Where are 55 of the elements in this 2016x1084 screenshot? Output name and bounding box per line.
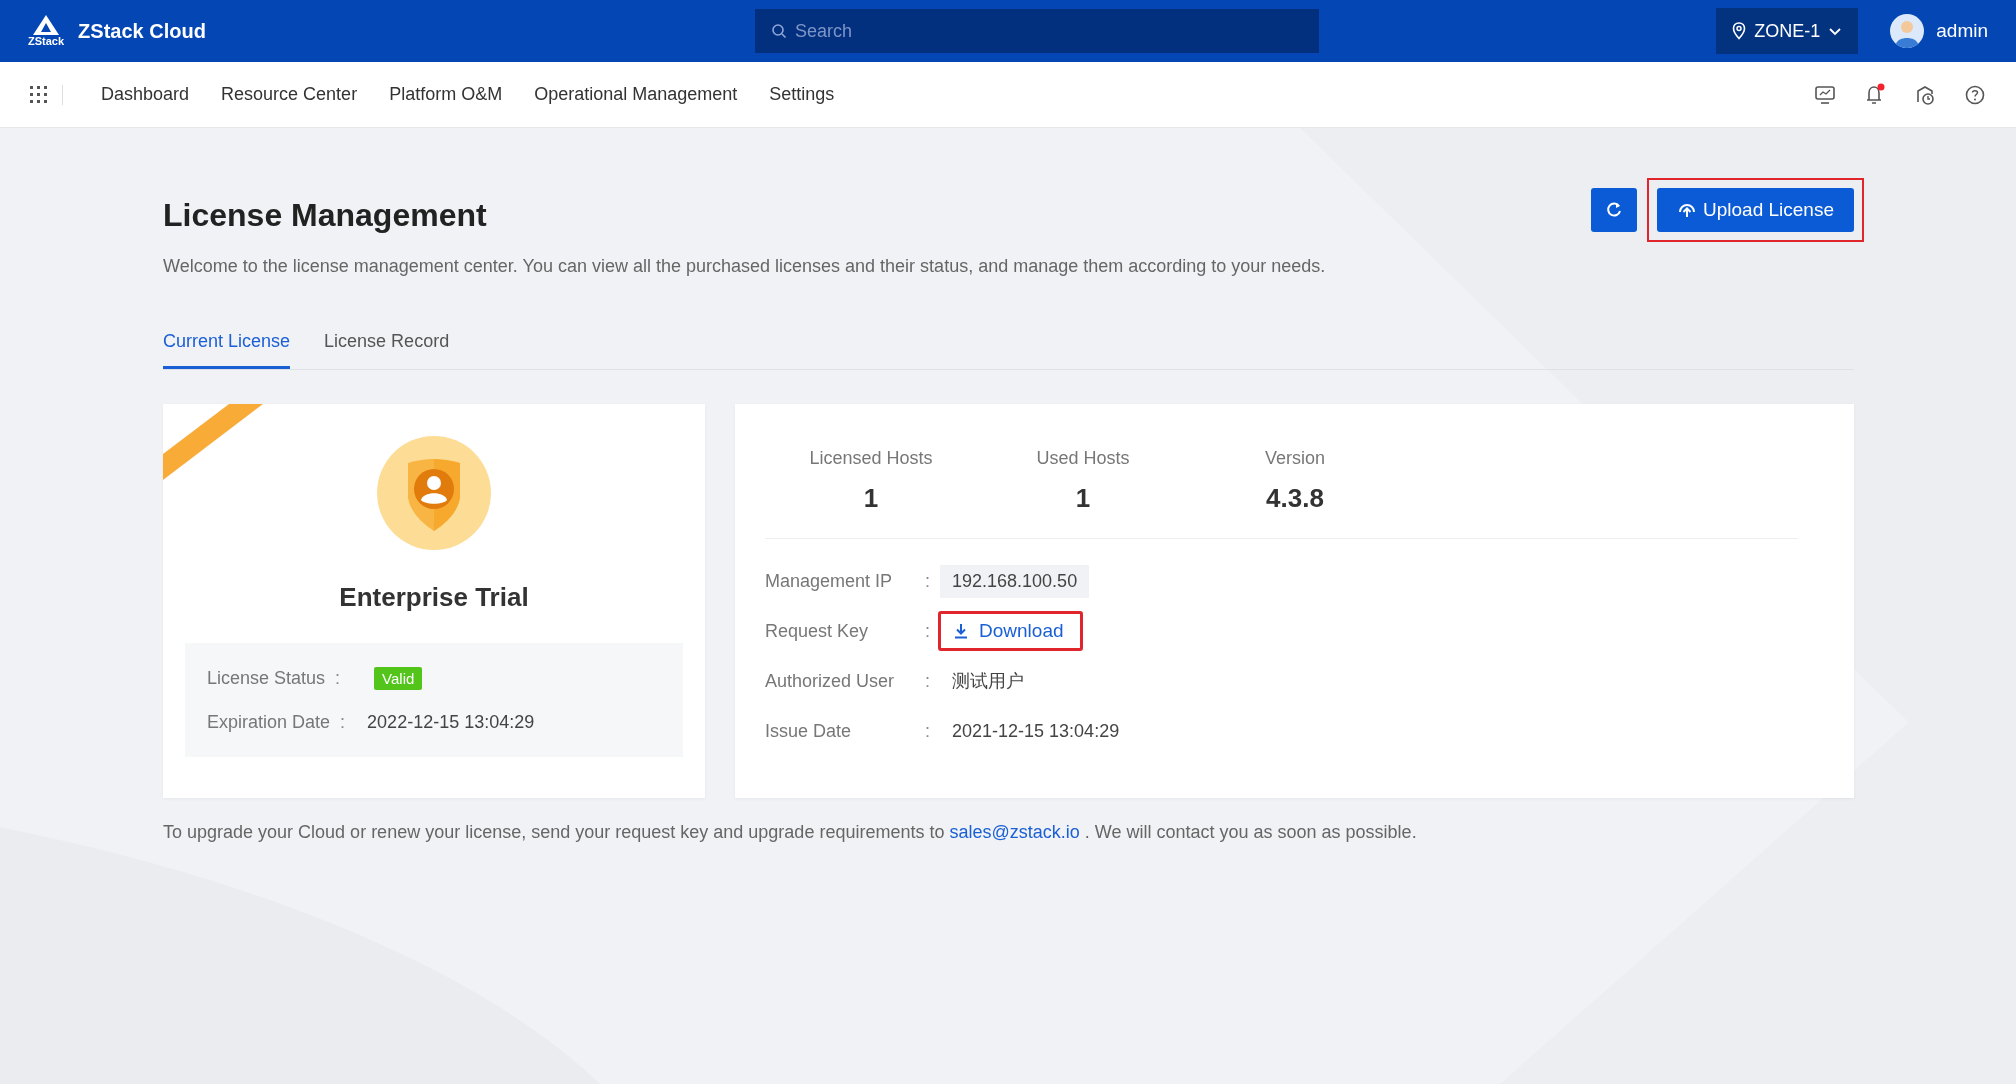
help-icon[interactable] bbox=[1964, 83, 1986, 106]
field-label: Issue Date bbox=[765, 720, 853, 742]
monitor-icon[interactable] bbox=[1814, 84, 1836, 105]
nav-menu-item[interactable]: Platform O&M bbox=[373, 84, 519, 105]
stat-label: Licensed Hosts bbox=[809, 448, 933, 469]
field-value: 测试用户 bbox=[952, 670, 1024, 693]
refresh-icon bbox=[1605, 201, 1623, 219]
field-label: Management IP bbox=[765, 570, 894, 592]
chevron-down-icon bbox=[1828, 26, 1843, 36]
stat-value: 1 bbox=[1075, 483, 1091, 514]
download-icon bbox=[953, 623, 969, 639]
page-title: License Management bbox=[163, 195, 487, 234]
search-icon bbox=[771, 23, 787, 39]
field-value: 2022-12-15 13:04:29 bbox=[367, 712, 535, 733]
colon: : bbox=[335, 668, 341, 689]
status-badge: Valid bbox=[374, 667, 423, 690]
tab[interactable]: License Record bbox=[324, 331, 450, 369]
field-label: Expiration Date bbox=[207, 712, 331, 733]
footer-note: To upgrade your Cloud or renew your license, send your request key and upgrade requirements to sales@zstack.io . We will contact you as soon as possible. bbox=[163, 822, 1418, 843]
cloud-upload-icon bbox=[1677, 202, 1697, 218]
colon: : bbox=[340, 712, 346, 733]
nav-menu-item[interactable]: Settings bbox=[753, 84, 851, 105]
colon: : bbox=[925, 570, 930, 592]
field-label: Authorized User bbox=[765, 670, 896, 692]
license-edition: Enterprise Trial bbox=[339, 582, 529, 613]
colon: : bbox=[925, 720, 930, 742]
download-link[interactable]: Download bbox=[941, 614, 1080, 648]
ip-address: 192.168.100.50 bbox=[940, 564, 1090, 598]
refresh-button[interactable] bbox=[1591, 188, 1637, 232]
tab[interactable]: Current License bbox=[163, 331, 291, 369]
colon: : bbox=[925, 620, 930, 642]
nav-menu-item[interactable]: Operational Management bbox=[518, 84, 754, 105]
stat-label: Used Hosts bbox=[1036, 448, 1130, 469]
field-label: License Status bbox=[207, 668, 326, 689]
bell-icon[interactable] bbox=[1864, 82, 1886, 107]
zone-selector[interactable]: ZONE-1 bbox=[1716, 8, 1859, 54]
nav-menu-item[interactable]: Dashboard bbox=[85, 84, 206, 105]
stat-value: 1 bbox=[863, 483, 879, 514]
user-name[interactable]: admin bbox=[1936, 20, 1988, 42]
nav-menu-item[interactable]: Resource Center bbox=[205, 84, 374, 105]
colon: : bbox=[925, 670, 930, 692]
page-description: Welcome to the license management center. You can view all the purchased licenses and their status, and manage them according to your needs. bbox=[163, 256, 1327, 277]
stat-value: 4.3.8 bbox=[1266, 483, 1324, 514]
field-value: 2021-12-15 13:04:29 bbox=[952, 720, 1120, 742]
upload-license-button[interactable]: Upload License bbox=[1657, 188, 1854, 232]
location-pin-icon bbox=[1732, 22, 1747, 40]
email-link[interactable]: sales@zstack.io bbox=[949, 822, 1080, 842]
avatar-icon[interactable] bbox=[1890, 14, 1925, 48]
app-grid-icon[interactable] bbox=[30, 85, 48, 104]
field-label: Request Key bbox=[765, 620, 870, 642]
search-field[interactable]: Search bbox=[755, 9, 1319, 53]
product-name: ZStack Cloud bbox=[78, 19, 206, 43]
stat-label: Version bbox=[1264, 448, 1325, 469]
clock-shield-icon[interactable] bbox=[1914, 83, 1936, 106]
shield-user-icon bbox=[377, 436, 491, 550]
